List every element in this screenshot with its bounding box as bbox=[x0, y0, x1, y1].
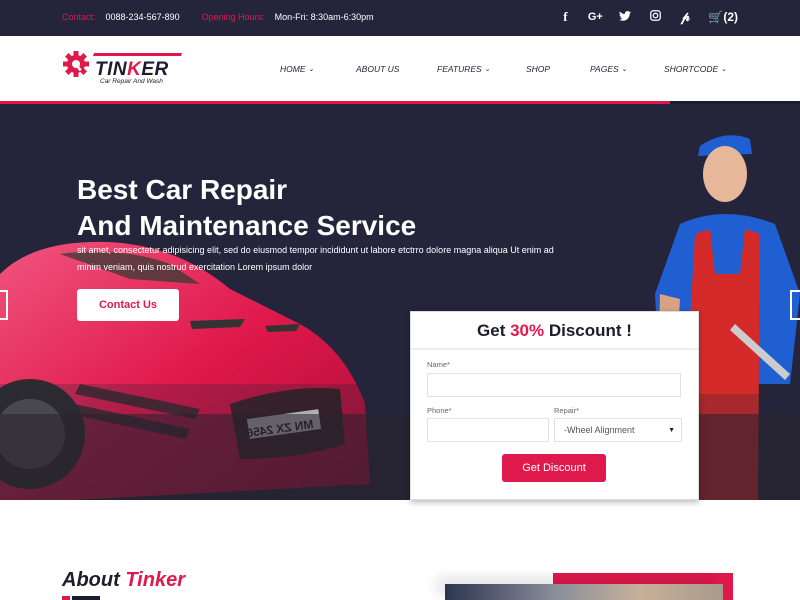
nav-pages[interactable]: PAGES ⌄ bbox=[590, 64, 664, 74]
logo[interactable]: TINKER Car Repair And Wash bbox=[62, 50, 184, 86]
nav-about-us[interactable]: ABOUT US bbox=[356, 64, 437, 74]
svg-text:Car Repair And Wash: Car Repair And Wash bbox=[100, 78, 163, 85]
nav-shop[interactable]: SHOP bbox=[526, 64, 590, 74]
repair-label: Repair* bbox=[554, 406, 580, 415]
contact-info: Contact: 0088-234-567-890 Opening Hours:… bbox=[62, 12, 396, 22]
twitter-icon[interactable] bbox=[610, 10, 640, 24]
nav-features[interactable]: FEATURES ⌄ bbox=[437, 64, 526, 74]
main-nav: HOME ⌄ ABOUT US FEATURES ⌄ SHOP PAGES ⌄ SHO… bbox=[280, 64, 727, 74]
slider-next-arrow[interactable] bbox=[790, 290, 800, 320]
contact-us-button[interactable]: Contact Us bbox=[77, 289, 179, 321]
chevron-down-icon: ⌄ bbox=[308, 66, 315, 73]
contact-label: Contact: bbox=[62, 12, 96, 22]
hero-description: sit amet, consectetur adipisicing elit, … bbox=[77, 245, 554, 272]
chevron-down-icon: ⌄ bbox=[621, 66, 628, 73]
phone-input[interactable] bbox=[427, 418, 549, 442]
chevron-down-icon: ⌄ bbox=[721, 66, 728, 73]
hours-label: Opening Hours: bbox=[201, 12, 265, 22]
svg-text:TINKER: TINKER bbox=[95, 59, 169, 80]
about-title-underline bbox=[62, 596, 70, 600]
facebook-icon[interactable]: f bbox=[550, 9, 580, 25]
contact-phone[interactable]: 0088-234-567-890 bbox=[106, 12, 180, 22]
dropdown-arrow-icon: ▼ bbox=[668, 426, 675, 434]
hours-value: Mon-Fri: 8:30am-6:30pm bbox=[274, 12, 374, 22]
slider-prev-arrow[interactable] bbox=[0, 290, 8, 320]
site-header: TINKER Car Repair And Wash HOME ⌄ ABOUT U… bbox=[0, 36, 800, 101]
gear-wrench-icon bbox=[63, 51, 89, 77]
about-title: About Tinker bbox=[62, 569, 185, 591]
pinterest-icon[interactable]: 𝓅 bbox=[670, 10, 700, 25]
nav-home[interactable]: HOME ⌄ bbox=[280, 64, 356, 74]
cart-icon: 🛒 bbox=[708, 10, 724, 24]
cart-count: (2) bbox=[723, 10, 738, 24]
instagram-icon[interactable] bbox=[640, 10, 670, 24]
get-discount-button[interactable]: Get Discount bbox=[502, 454, 606, 482]
discount-form: Get 30% Discount ! Name* Phone* Repair* … bbox=[410, 311, 699, 500]
nav-shortcode[interactable]: SHORTCODE ⌄ bbox=[664, 64, 727, 74]
phone-label: Phone* bbox=[427, 406, 452, 415]
top-bar: Contact: 0088-234-567-890 Opening Hours:… bbox=[0, 0, 800, 36]
about-title-underline-dark bbox=[72, 596, 100, 600]
discount-form-title: Get 30% Discount ! bbox=[411, 312, 698, 350]
cart-link[interactable]: 🛒(2) bbox=[708, 10, 738, 24]
social-links: f G+ 𝓅 🛒(2) bbox=[550, 9, 738, 25]
name-input[interactable] bbox=[427, 373, 681, 397]
repair-select[interactable]: -Wheel Alignment ▼ bbox=[554, 418, 682, 442]
chevron-down-icon: ⌄ bbox=[484, 66, 491, 73]
name-label: Name* bbox=[427, 360, 450, 369]
hero-title: Best Car Repair And Maintenance Service bbox=[77, 174, 417, 241]
about-image bbox=[445, 584, 723, 600]
google-plus-icon[interactable]: G+ bbox=[580, 11, 610, 23]
